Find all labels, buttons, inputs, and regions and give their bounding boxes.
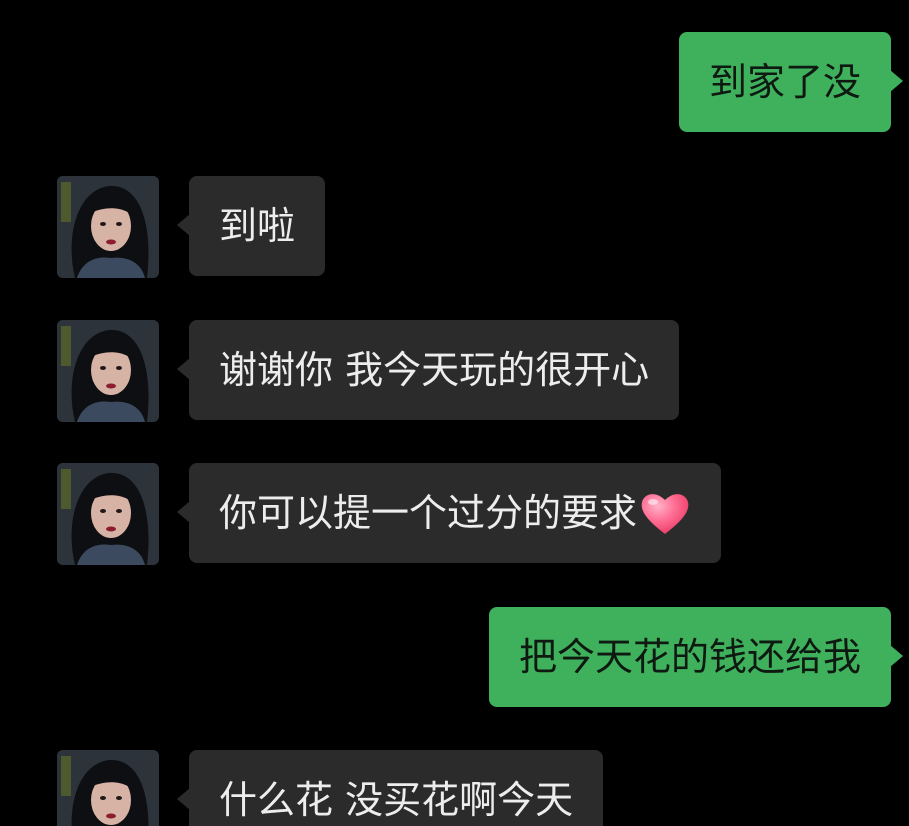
avatar-photo-icon <box>57 320 159 422</box>
message-text: 什么花 没买花啊今天 <box>219 778 574 822</box>
incoming-message-bubble[interactable]: 到啦 <box>176 176 326 276</box>
avatar-photo-icon <box>57 463 159 565</box>
contact-avatar[interactable] <box>57 320 159 422</box>
incoming-message-bubble[interactable]: 你可以提一个过分的要求 <box>176 463 722 563</box>
outgoing-message-bubble[interactable]: 到家了没 <box>678 32 904 132</box>
incoming-message-bubble[interactable]: 什么花 没买花啊今天 <box>176 750 604 826</box>
message-text: 你可以提一个过分的要求 <box>219 491 638 535</box>
message-text: 到啦 <box>219 204 296 248</box>
avatar-photo-icon <box>57 176 159 278</box>
heart-emoji-icon <box>639 490 691 536</box>
incoming-message-bubble[interactable]: 谢谢你 我今天玩的很开心 <box>176 320 680 420</box>
message-text: 谢谢你 我今天玩的很开心 <box>219 348 650 392</box>
message-text: 到家了没 <box>708 60 861 104</box>
avatar-photo-icon <box>57 750 159 826</box>
contact-avatar[interactable] <box>57 463 159 565</box>
chat-view: 到家了没 到啦 谢谢你 我今天玩的很开心 你可以提一个过分的要求 把今天花的钱还… <box>0 0 909 826</box>
outgoing-message-bubble[interactable]: 把今天花的钱还给我 <box>488 607 904 707</box>
contact-avatar[interactable] <box>57 750 159 826</box>
contact-avatar[interactable] <box>57 176 159 278</box>
message-text: 把今天花的钱还给我 <box>518 635 861 679</box>
